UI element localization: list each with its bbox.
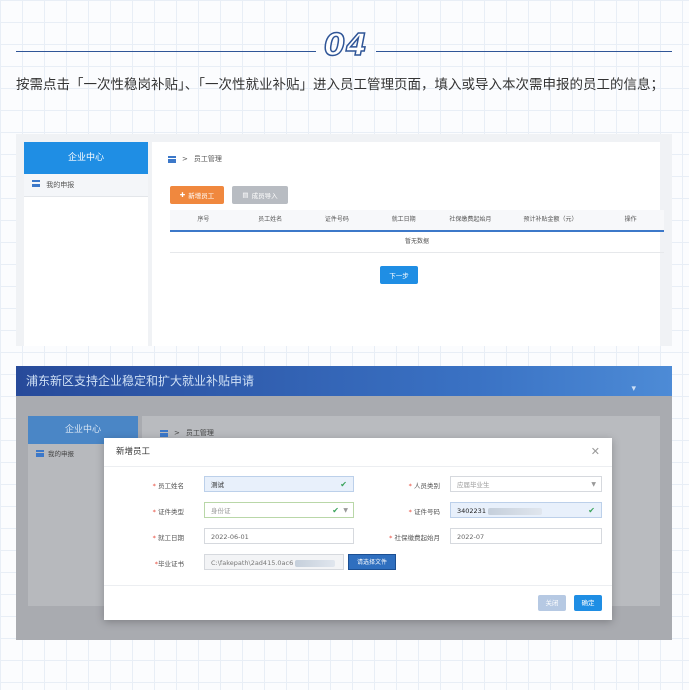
list-icon (36, 449, 44, 457)
close-button[interactable]: 关闭 (538, 595, 566, 611)
sidebar: 企业中心 我的申报 (24, 142, 148, 346)
name-input[interactable]: 测试 ✔ (204, 476, 354, 492)
cert-path-value: C:\fakepath\2ad415.0ac6 (211, 559, 294, 567)
check-icon: ✔ (340, 480, 347, 489)
add-employee-button[interactable]: ✚ 新增员工 (170, 186, 224, 204)
check-icon: ✔ (332, 506, 339, 515)
add-employee-label: 新增员工 (188, 192, 215, 200)
step-number: 04 (323, 27, 368, 64)
employee-table: 序号 员工姓名 证件号码 就工日期 社保缴费起始月 预计补贴金额（元） 操作 暂… (170, 210, 664, 253)
step-line-left (16, 51, 316, 52)
check-icon: ✔ (588, 506, 595, 515)
column-header: 社保缴费起始月 (449, 216, 492, 223)
intro-text: 按需点击「一次性稳岗补贴」、「一次性就业补贴」进入员工管理页面，填入或导入本次需… (16, 77, 664, 93)
chevron-down-icon: ▼ (591, 481, 596, 488)
step-line-right (376, 51, 672, 52)
workdate-input[interactable]: 2022-06-01 (204, 528, 354, 544)
app-banner: 浦东新区支持企业稳定和扩大就业补贴申请 ▾ (16, 366, 672, 396)
name-value: 测试 (211, 481, 224, 489)
modal-title: 新增员工 (116, 447, 151, 457)
redacted-mask (487, 507, 542, 515)
choose-file-button[interactable]: 请选择文件 (348, 554, 396, 570)
name-label: * 员工姓名 (152, 482, 184, 490)
idnum-value: 3402231 (457, 507, 486, 515)
breadcrumb-current: 员工管理 (185, 429, 214, 437)
menu-icon (160, 429, 168, 437)
column-header: 预计补贴金额（元） (523, 216, 578, 223)
empty-state: 暂无数据 (170, 232, 664, 253)
list-icon (32, 180, 40, 187)
screenshot-add-employee: 浦东新区支持企业稳定和扩大就业补贴申请 ▾ 企业中心 我的申报 > 员工管理 新… (16, 366, 672, 640)
confirm-button[interactable]: 确定 (574, 595, 602, 611)
import-members-label: 成员导入 (251, 192, 278, 200)
breadcrumb: > 员工管理 (160, 428, 214, 438)
breadcrumb-separator: > (182, 155, 188, 163)
cert-file-path: C:\fakepath\2ad415.0ac6 (204, 554, 344, 570)
category-label: * 人员类别 (408, 482, 440, 490)
table-header: 序号 员工姓名 证件号码 就工日期 社保缴费起始月 预计补贴金额（元） 操作 (170, 210, 664, 232)
idtype-value: 身份证 (211, 507, 231, 515)
idnum-label: * 证件号码 (408, 508, 440, 516)
idtype-select[interactable]: 身份证 ✔ ▼ (204, 502, 354, 518)
plus-icon: ✚ (179, 191, 186, 199)
redacted-mask (295, 559, 336, 567)
category-value: 应届毕业生 (457, 481, 490, 489)
add-employee-modal: 新增员工 ✕ * 员工姓名 测试 ✔ * 人员类别 应届毕业生 ▼ * 证件类型… (104, 438, 612, 620)
step-header: 04 (16, 27, 672, 64)
dropdown-icon[interactable]: ▾ (631, 374, 636, 404)
workdate-label: * 就工日期 (152, 534, 184, 542)
column-header: 就工日期 (391, 216, 416, 223)
idtype-label: * 证件类型 (152, 508, 184, 516)
breadcrumb-separator: > (174, 429, 180, 437)
import-members-button[interactable]: ▤ 成员导入 (232, 186, 288, 204)
category-select[interactable]: 应届毕业生 ▼ (450, 476, 602, 492)
chevron-down-icon: ▼ (343, 507, 348, 514)
banner-title: 浦东新区支持企业稳定和扩大就业补贴申请 (26, 374, 255, 388)
sidebar-brand[interactable]: 企业中心 (24, 142, 148, 174)
sidebar-item-label: 我的申报 (46, 181, 75, 189)
idnum-input[interactable]: 3402231 ✔ (450, 502, 602, 518)
column-header: 操作 (624, 216, 637, 223)
column-header: 序号 (197, 216, 210, 223)
main-panel: > 员工管理 ✚ 新增员工 ▤ 成员导入 序号 员工姓名 证件号码 就工日期 社… (152, 142, 664, 346)
column-header: 证件号码 (324, 216, 349, 223)
cert-label: *毕业证书 (154, 560, 184, 568)
column-header: 员工姓名 (258, 216, 283, 223)
modal-header: 新增员工 ✕ (104, 438, 612, 467)
breadcrumb: > 员工管理 (168, 154, 222, 164)
next-step-button[interactable]: 下一步 (380, 266, 418, 284)
import-icon: ▤ (242, 191, 249, 199)
sidebar-item-label: 我的申报 (48, 450, 74, 458)
menu-icon[interactable] (168, 155, 176, 163)
breadcrumb-current: 员工管理 (193, 155, 222, 163)
social-start-input[interactable]: 2022-07 (450, 528, 602, 544)
close-icon[interactable]: ✕ (591, 438, 600, 466)
sidebar-item-my-applications[interactable]: 我的申报 (24, 174, 148, 197)
screenshot-employee-list: 企业中心 我的申报 > 员工管理 ✚ 新增员工 ▤ 成员导入 序号 员工姓名 证… (16, 134, 672, 346)
social-label: * 社保缴费起始月 (389, 534, 440, 542)
modal-footer: 关闭 确定 (104, 585, 612, 620)
